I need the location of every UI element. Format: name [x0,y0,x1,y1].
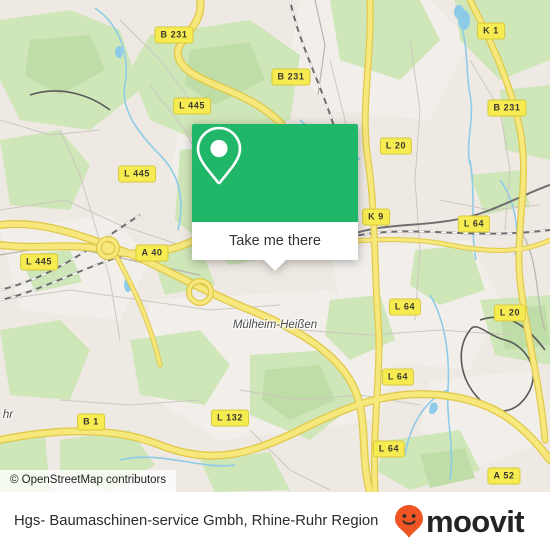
road-shield: L 20 [493,304,527,322]
moovit-map-page: B 231 B 231 K 1 B 231 L 445 L 20 L 445 K 9 L 64 A… [0,0,550,550]
take-me-there-button[interactable]: Take me there [192,222,358,260]
road-shield: L 132 [211,409,249,427]
road-shield: L 64 [372,440,406,458]
take-me-there-card[interactable]: Take me there [192,124,358,271]
road-shield: B 231 [271,68,311,86]
road-shield: B 231 [487,99,527,117]
take-me-there-label: Take me there [229,233,321,249]
moovit-logo[interactable]: moovit [394,503,525,539]
location-pin-icon [196,126,242,185]
road-shield: L 445 [173,97,211,115]
osm-attribution-text: © OpenStreetMap contributors [10,474,167,486]
moovit-wordmark: moovit [426,503,525,539]
road-shield: L 445 [20,253,58,271]
road-shield: K 1 [477,22,505,40]
road-shield: L 64 [388,298,422,316]
card-pointer [263,259,287,271]
road-shield: L 64 [381,368,415,386]
card-body: Take me there [192,124,358,260]
page-footer: Hgs- Baumaschinen-service Gmbh, Rhine-Ru… [0,492,550,550]
road-shield: A 40 [135,244,169,262]
road-shield: B 231 [154,26,194,44]
osm-attribution[interactable]: © OpenStreetMap contributors [0,470,177,492]
road-shield: L 20 [379,137,413,155]
moovit-smiley-pin-icon [395,505,423,538]
place-title: Hgs- Baumaschinen-service Gmbh, Rhine-Ru… [14,513,379,529]
road-shield: L 64 [457,215,491,233]
map-canvas[interactable]: B 231 B 231 K 1 B 231 L 445 L 20 L 445 K 9 L 64 A… [0,0,550,492]
road-shield: K 9 [362,208,390,226]
road-shield: B 1 [77,413,105,431]
card-pin-area [192,124,358,222]
partial-city-label: hr [2,409,14,421]
road-shield: L 445 [118,165,156,183]
road-shield: A 52 [487,467,521,485]
place-label-muelheim-heissen: Mülheim-Heißen [232,319,318,331]
